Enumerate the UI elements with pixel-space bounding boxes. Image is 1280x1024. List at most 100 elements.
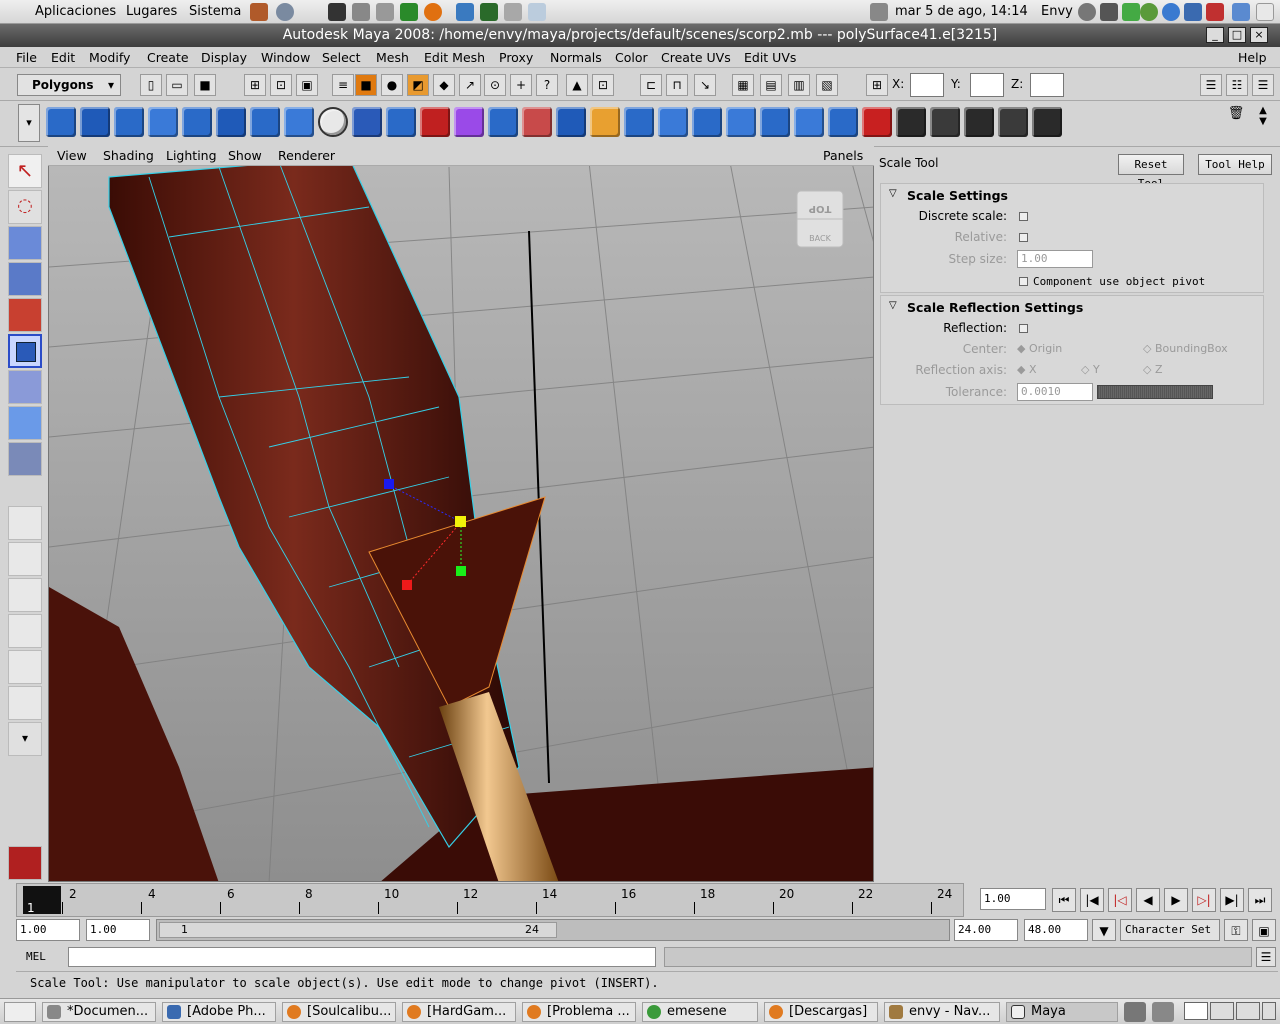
trash-bin-icon[interactable]	[1152, 1002, 1174, 1022]
tool-help-button[interactable]: Tool Help	[1198, 154, 1272, 175]
pick-mask-icon[interactable]: ≡	[332, 74, 354, 96]
persp-uv-layout-icon[interactable]	[8, 686, 42, 720]
snap-to-grid-icon[interactable]: ⊏	[640, 74, 662, 96]
perspective-graph-layout-icon[interactable]	[8, 614, 42, 648]
task-emesene[interactable]: emesene	[642, 1002, 758, 1022]
viewport-menu-shading[interactable]: Shading	[103, 148, 154, 163]
menu-color[interactable]: Color	[615, 50, 648, 65]
playback-end-field[interactable]: 24.00	[954, 919, 1018, 941]
step-back-frame-icon[interactable]: |◁	[1108, 888, 1132, 912]
menu-edit-uvs[interactable]: Edit UVs	[744, 50, 796, 65]
system-monitor-icon[interactable]	[400, 3, 418, 21]
collapse-icon[interactable]	[794, 107, 824, 137]
people-launcher-icon[interactable]	[456, 3, 474, 21]
question-mask-icon[interactable]: ?	[536, 74, 558, 96]
menu-edit-mesh[interactable]: Edit Mesh	[424, 50, 485, 65]
viewport-menu-show[interactable]: Show	[228, 148, 262, 163]
menu-sistema[interactable]: Sistema	[189, 4, 241, 19]
task-soulcalibur[interactable]: [Soulcalibu...	[282, 1002, 396, 1022]
menu-aplicaciones[interactable]: Aplicaciones	[35, 4, 116, 19]
character-set-dropdown[interactable]: Character Set	[1120, 919, 1220, 941]
new-scene-icon[interactable]: ▯	[140, 74, 162, 96]
menu-display[interactable]: Display	[201, 50, 247, 65]
command-input[interactable]	[68, 947, 656, 967]
axis-y-radio[interactable]: ◇ Y	[1081, 363, 1100, 376]
task-problema[interactable]: [Problema ...	[522, 1002, 636, 1022]
task-photoshop[interactable]: [Adobe Ph...	[162, 1002, 276, 1022]
input-line-mode-icon[interactable]: ⊞	[866, 74, 888, 96]
user-name[interactable]: Envy	[1041, 4, 1073, 19]
smooth-icon[interactable]	[488, 107, 518, 137]
scale-tool-icon[interactable]	[8, 334, 42, 368]
range-start-field[interactable]: 1.00	[16, 919, 80, 941]
show-attribute-editor-icon[interactable]: ☰	[1200, 74, 1222, 96]
render-settings-icon[interactable]: ▧	[816, 74, 838, 96]
burner-launcher-icon[interactable]	[424, 3, 442, 21]
separate-icon[interactable]	[386, 107, 416, 137]
task-descargas[interactable]: [Descargas]	[764, 1002, 878, 1022]
current-time-field[interactable]: 1.00	[980, 888, 1046, 910]
monitor-launcher-icon[interactable]	[376, 3, 394, 21]
axis-z-radio[interactable]: ◇ Z	[1143, 363, 1163, 376]
step-size-field[interactable]: 1.00	[1017, 250, 1093, 268]
reflection-checkbox[interactable]	[1019, 324, 1028, 333]
viewport-menu-panels[interactable]: Panels	[823, 148, 863, 163]
menu-select[interactable]: Select	[322, 50, 361, 65]
lasso-tool-icon[interactable]: ◌	[8, 190, 42, 224]
universal-manipulator-icon[interactable]	[8, 370, 42, 404]
menu-file[interactable]: File	[16, 50, 37, 65]
bevel-icon[interactable]	[726, 107, 756, 137]
network-manager-icon[interactable]	[1124, 1002, 1146, 1022]
poly-pipe-icon[interactable]	[284, 107, 314, 137]
menu-set-dropdown[interactable]: Polygons ▾	[17, 74, 121, 96]
anim-preferences-icon[interactable]: ▣	[1252, 919, 1276, 941]
center-origin-radio[interactable]: ◆ Origin	[1017, 342, 1062, 355]
camera-launcher-icon[interactable]	[352, 3, 370, 21]
rotate-pivot-mask-icon[interactable]: ⊙	[484, 74, 506, 96]
screenshot-launcher-icon[interactable]	[528, 3, 546, 21]
x-field[interactable]	[910, 73, 944, 97]
single-perspective-layout-icon[interactable]	[8, 506, 42, 540]
insert-edge-loop-icon[interactable]	[692, 107, 722, 137]
script-language-toggle[interactable]: MEL	[26, 950, 46, 963]
anim-prefs-dropdown-icon[interactable]: ▼	[1092, 919, 1116, 941]
four-view-layout-icon[interactable]	[8, 542, 42, 576]
workspace-1[interactable]	[1184, 1002, 1208, 1020]
menu-create-uvs[interactable]: Create UVs	[661, 50, 731, 65]
play-forwards-icon[interactable]: ▶	[1164, 888, 1188, 912]
save-scene-icon[interactable]: ■	[194, 74, 216, 96]
scale-handle-center[interactable]	[455, 516, 466, 527]
edge-mask-icon[interactable]: ◩	[407, 74, 429, 96]
poly-cone-icon[interactable]	[148, 107, 178, 137]
minimize-button[interactable]: _	[1206, 27, 1224, 43]
cylindrical-mapping-icon[interactable]	[930, 107, 960, 137]
ipr-render-icon[interactable]: ▥	[788, 74, 810, 96]
range-end-field[interactable]: 48.00	[1024, 919, 1088, 941]
snap-to-point-icon[interactable]: ↘	[694, 74, 716, 96]
poly-sphere-icon[interactable]	[46, 107, 76, 137]
paint-select-tool-icon[interactable]	[8, 226, 42, 260]
planar-mapping-icon[interactable]	[896, 107, 926, 137]
select-by-component-icon[interactable]: ▣	[296, 74, 318, 96]
collapse-triangle-icon[interactable]: ▽	[889, 188, 897, 199]
uv-mask-icon[interactable]: ↗	[459, 74, 481, 96]
show-tool-settings-icon[interactable]: ☷	[1226, 74, 1248, 96]
smooth-proxy-icon[interactable]	[454, 107, 484, 137]
camera-tray-icon[interactable]	[1100, 3, 1118, 21]
show-desktop-button[interactable]	[4, 1002, 36, 1022]
viewport-menu-lighting[interactable]: Lighting	[166, 148, 217, 163]
viewport-menu-view[interactable]: View	[57, 148, 87, 163]
menu-modify[interactable]: Modify	[89, 50, 130, 65]
show-channel-box-icon[interactable]: ☰	[1252, 74, 1274, 96]
extrude-icon[interactable]	[556, 107, 586, 137]
keyboard-tray-icon[interactable]	[1122, 3, 1140, 21]
render-current-frame-icon[interactable]: ▤	[760, 74, 782, 96]
poly-platonic-icon[interactable]	[318, 107, 348, 137]
range-slider-bar[interactable]	[159, 922, 557, 938]
menu-create[interactable]: Create	[147, 50, 189, 65]
view-cube[interactable]: TOP BACK	[796, 190, 844, 248]
highlight-selection-icon[interactable]: ⊡	[592, 74, 614, 96]
workspace-3[interactable]	[1236, 1002, 1260, 1020]
playback-start-field[interactable]: 1.00	[86, 919, 150, 941]
split-polygon-icon[interactable]	[658, 107, 688, 137]
